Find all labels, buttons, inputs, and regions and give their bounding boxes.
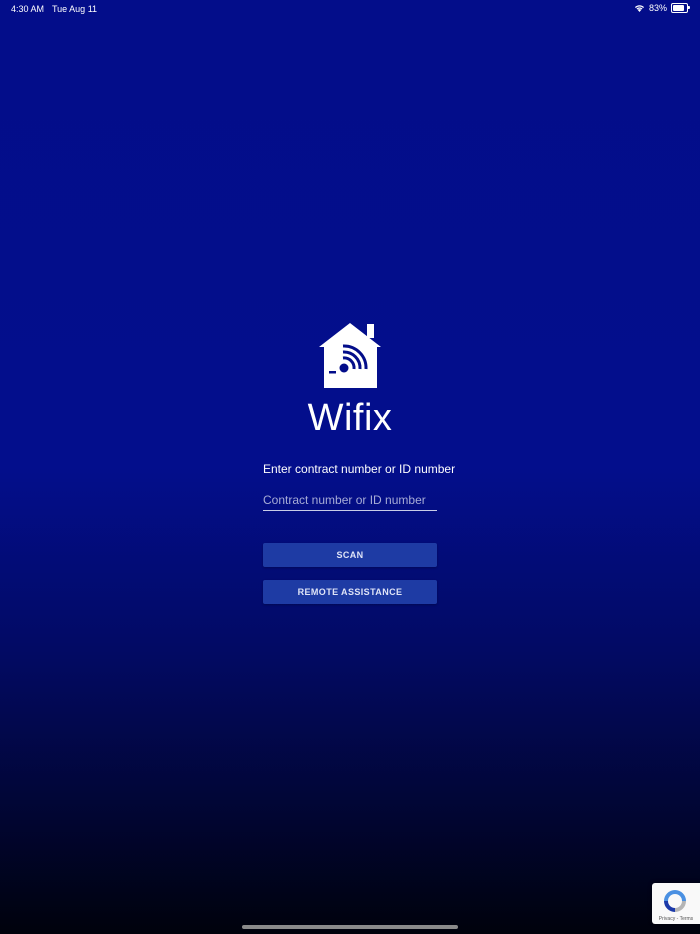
input-prompt: Enter contract number or ID number	[263, 462, 456, 476]
scan-button[interactable]: SCAN	[263, 543, 437, 567]
wifi-icon	[634, 5, 644, 12]
battery-icon	[671, 3, 690, 13]
privacy-link[interactable]: Privacy	[659, 916, 675, 922]
recaptcha-badge[interactable]: Privacy - Terms	[652, 883, 700, 924]
status-date: Tue Aug 11	[52, 4, 98, 14]
terms-link[interactable]: Terms	[680, 916, 694, 922]
status-bar: 4:30 AM Tue Aug 11 83%	[0, 0, 700, 17]
remote-assistance-button[interactable]: REMOTE ASSISTANCE	[263, 580, 437, 604]
status-time: 4:30 AM	[11, 4, 45, 14]
recaptcha-icon	[664, 890, 686, 912]
home-indicator[interactable]	[242, 925, 458, 929]
recaptcha-links: Privacy - Terms	[652, 916, 700, 922]
battery-fill	[673, 5, 684, 11]
contract-id-input[interactable]	[263, 490, 437, 511]
status-indicators: 83%	[634, 3, 690, 13]
battery-percentage: 83%	[648, 3, 667, 13]
house-wifi-icon	[319, 323, 381, 388]
app-title: Wifix	[307, 397, 393, 439]
